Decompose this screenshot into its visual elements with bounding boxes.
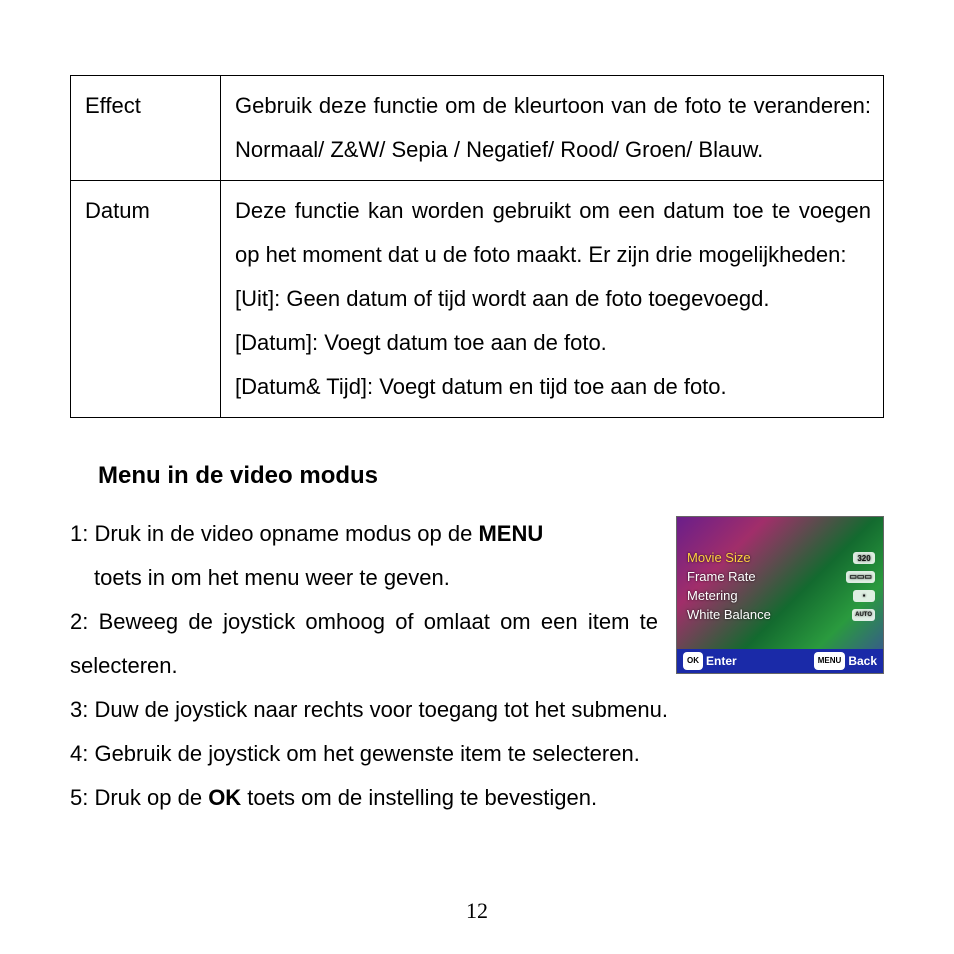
row-option: [Datum& Tijd]: Voegt datum en tijd toe a… <box>235 365 871 409</box>
step5-text-a: 5: Druk op de <box>70 785 208 810</box>
instruction-step-4: 4: Gebruik de joystick om het gewenste i… <box>70 732 884 776</box>
menu-item-label: White Balance <box>687 606 771 625</box>
instructions-block: Movie Size 320 Frame Rate ▭▭▭ Metering ▪… <box>70 512 884 820</box>
footer-back-label: Back <box>848 649 877 673</box>
row-option: [Uit]: Geen datum of tijd wordt aan de f… <box>235 277 871 321</box>
menu-item-label: Frame Rate <box>687 568 756 587</box>
video-menu-screenshot: Movie Size 320 Frame Rate ▭▭▭ Metering ▪… <box>676 516 884 674</box>
menu-item-movie-size: Movie Size 320 <box>687 549 875 568</box>
menu-item-frame-rate: Frame Rate ▭▭▭ <box>687 568 875 587</box>
row-description: Gebruik deze functie om de kleurtoon van… <box>221 76 884 181</box>
video-menu-figure: Movie Size 320 Frame Rate ▭▭▭ Metering ▪… <box>676 516 884 674</box>
instruction-step-5: 5: Druk op de OK toets om de instelling … <box>70 776 884 820</box>
step5-text-c: toets om de instelling te bevestigen. <box>241 785 597 810</box>
table-row: Datum Deze functie kan worden gebruikt o… <box>71 181 884 418</box>
step5-text-b: OK <box>208 785 241 810</box>
row-intro: Deze functie kan worden gebruikt om een … <box>235 189 871 277</box>
manual-page: Effect Gebruik deze functie om de kleurt… <box>0 0 954 954</box>
menu-item-label: Metering <box>687 587 738 606</box>
menu-item-metering: Metering ▪ <box>687 587 875 606</box>
menu-item-white-balance: White Balance AUTO <box>687 606 875 625</box>
settings-table: Effect Gebruik deze functie om de kleurt… <box>70 75 884 418</box>
row-option: [Datum]: Voegt datum toe aan de foto. <box>235 321 871 365</box>
row-label: Effect <box>71 76 221 181</box>
menu-item-badge: ▭▭▭ <box>846 571 875 583</box>
menu-key-icon: MENU <box>814 652 846 670</box>
row-label: Datum <box>71 181 221 418</box>
instruction-step-3: 3: Duw de joystick naar rechts voor toeg… <box>70 688 884 732</box>
menu-item-label: Movie Size <box>687 549 751 568</box>
video-menu-footer: OK Enter MENU Back <box>677 649 883 673</box>
menu-item-badge: ▪ <box>853 590 875 602</box>
step1-text-a: 1: Druk in de video opname modus op de <box>70 521 478 546</box>
menu-item-badge: AUTO <box>852 609 875 621</box>
step1-text-b: MENU <box>478 521 543 546</box>
footer-enter: OK Enter <box>683 649 737 673</box>
menu-item-badge: 320 <box>853 552 875 564</box>
video-menu-preview-strip <box>677 517 883 545</box>
footer-enter-label: Enter <box>706 649 737 673</box>
ok-key-icon: OK <box>683 652 703 670</box>
video-menu-list: Movie Size 320 Frame Rate ▭▭▭ Metering ▪… <box>677 545 883 649</box>
row-description: Deze functie kan worden gebruikt om een … <box>221 181 884 418</box>
page-number: 12 <box>0 898 954 924</box>
section-heading: Menu in de video modus <box>98 462 884 490</box>
table-row: Effect Gebruik deze functie om de kleurt… <box>71 76 884 181</box>
footer-back: MENU Back <box>814 649 877 673</box>
